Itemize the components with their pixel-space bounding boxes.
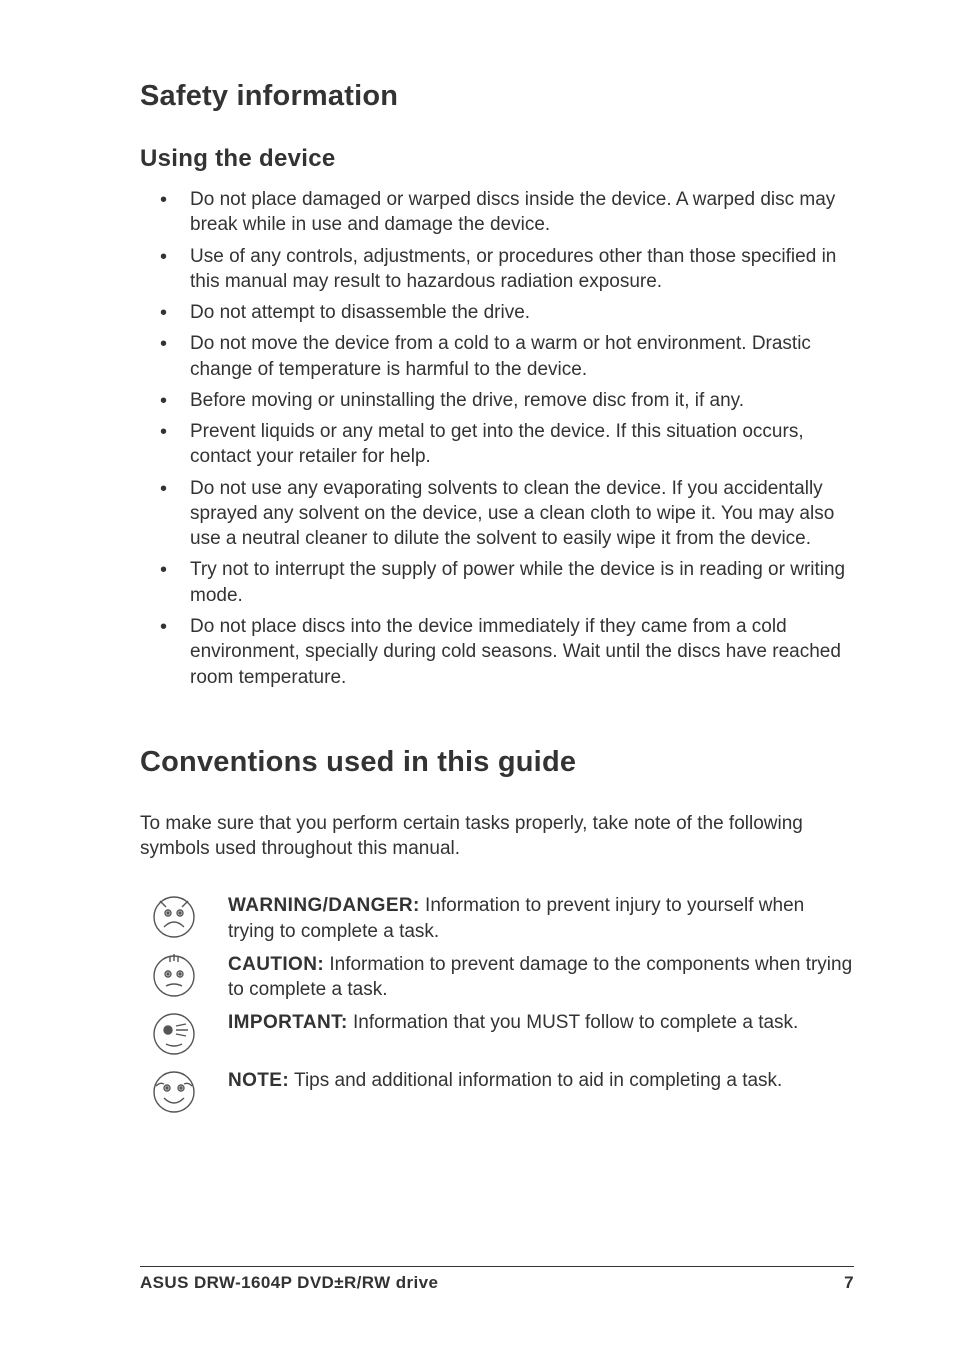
important-icon — [148, 1008, 200, 1060]
convention-desc: Tips and additional information to aid i… — [289, 1070, 782, 1091]
convention-row-important: IMPORTANT: Information that you MUST fol… — [148, 1008, 854, 1060]
list-item: Prevent liquids or any metal to get into… — [160, 419, 854, 470]
list-item: Do not place damaged or warped discs ins… — [160, 187, 854, 238]
convention-text: WARNING/DANGER: Information to prevent i… — [228, 891, 854, 944]
subhead-using-device: Using the device — [140, 145, 854, 173]
convention-row-note: NOTE: Tips and additional information to… — [148, 1066, 854, 1118]
footer-product-name: ASUS DRW-1604P DVD±R/RW drive — [140, 1273, 438, 1293]
note-icon — [148, 1066, 200, 1118]
list-item: Do not place discs into the device immed… — [160, 614, 854, 690]
warning-icon — [148, 891, 200, 943]
conventions-list: WARNING/DANGER: Information to prevent i… — [140, 891, 854, 1118]
page-footer: ASUS DRW-1604P DVD±R/RW drive 7 — [140, 1266, 854, 1293]
convention-desc: Information that you MUST follow to comp… — [348, 1012, 799, 1033]
footer-divider — [140, 1266, 854, 1267]
list-item: Use of any controls, adjustments, or pro… — [160, 244, 854, 295]
convention-text: IMPORTANT: Information that you MUST fol… — [228, 1008, 854, 1035]
list-item: Do not attempt to disassemble the drive. — [160, 300, 854, 325]
list-item: Before moving or uninstalling the drive,… — [160, 388, 854, 413]
caution-icon — [148, 950, 200, 1002]
safety-bullet-list: Do not place damaged or warped discs ins… — [140, 187, 854, 690]
convention-label: NOTE: — [228, 1070, 289, 1091]
convention-row-warning: WARNING/DANGER: Information to prevent i… — [148, 891, 854, 944]
list-item: Do not use any evaporating solvents to c… — [160, 476, 854, 552]
convention-text: NOTE: Tips and additional information to… — [228, 1066, 854, 1093]
convention-label: IMPORTANT: — [228, 1012, 348, 1033]
section-title-conventions: Conventions used in this guide — [140, 746, 854, 779]
list-item: Try not to interrupt the supply of power… — [160, 557, 854, 608]
list-item: Do not move the device from a cold to a … — [160, 331, 854, 382]
section-title-safety: Safety information — [140, 80, 854, 113]
convention-label: CAUTION: — [228, 954, 324, 975]
convention-text: CAUTION: Information to prevent damage t… — [228, 950, 854, 1003]
conventions-intro: To make sure that you perform certain ta… — [140, 811, 854, 862]
convention-row-caution: CAUTION: Information to prevent damage t… — [148, 950, 854, 1003]
convention-label: WARNING/DANGER: — [228, 895, 420, 916]
footer-page-number: 7 — [844, 1273, 854, 1293]
